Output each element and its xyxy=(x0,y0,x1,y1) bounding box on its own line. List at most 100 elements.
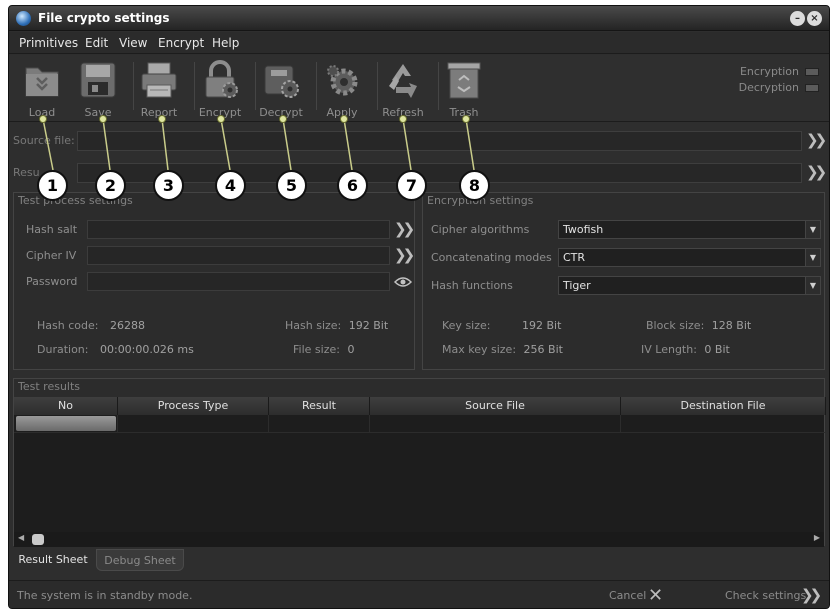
toolbar: Load Save Report Encrypt Decrypt Apply R… xyxy=(9,55,829,122)
test-results-panel: Test results No Process Type Result Sour… xyxy=(13,378,826,547)
window-title: File crypto settings xyxy=(38,11,170,25)
menu-view[interactable]: View xyxy=(119,36,147,50)
callout-5: 5 xyxy=(276,170,307,201)
concatenating-modes-select[interactable]: CTR ▼ xyxy=(558,248,821,267)
eye-icon[interactable] xyxy=(394,276,412,288)
password-input[interactable] xyxy=(87,272,390,291)
title-bar[interactable]: File crypto settings – × xyxy=(9,6,829,31)
max-key-size-value: 256 Bit xyxy=(523,343,563,356)
load-button[interactable]: Load xyxy=(12,55,72,121)
table-cell[interactable] xyxy=(370,415,621,433)
table-row[interactable] xyxy=(14,415,118,433)
iv-length-value: 0 Bit xyxy=(704,343,730,356)
hash-size-label: Hash size: xyxy=(285,319,342,332)
cipher-iv-label: Cipher IV xyxy=(26,249,77,262)
chevron-down-icon[interactable]: ▼ xyxy=(805,221,820,238)
callout-4: 4 xyxy=(215,170,246,201)
iv-length-label: IV Length: xyxy=(641,343,697,356)
hash-salt-input[interactable] xyxy=(87,220,390,239)
hash-functions-label: Hash functions xyxy=(431,279,513,292)
app-logo-icon xyxy=(16,11,31,26)
result-browse-chevron-icon[interactable]: ❯❯ xyxy=(806,163,827,181)
close-button[interactable]: × xyxy=(807,11,822,26)
test-results-title: Test results xyxy=(18,380,81,393)
source-browse-chevron-icon[interactable]: ❯❯ xyxy=(806,131,827,149)
folder-icon xyxy=(25,67,59,97)
source-file-row: Source file: ❯❯ xyxy=(13,130,827,152)
horizontal-scrollbar[interactable]: ◀ ▶ xyxy=(14,532,824,547)
report-button[interactable]: Report xyxy=(129,55,189,121)
source-file-label: Source file: xyxy=(13,134,75,147)
cipher-iv-input[interactable] xyxy=(87,246,390,265)
result-file-input[interactable] xyxy=(77,163,802,183)
menu-encrypt[interactable]: Encrypt xyxy=(158,36,204,50)
block-size-label: Block size: xyxy=(646,319,705,332)
password-label: Password xyxy=(26,275,78,288)
app-window: File crypto settings – × Primitives Edit… xyxy=(8,5,830,609)
selected-cell[interactable] xyxy=(16,416,116,431)
minimize-button[interactable]: – xyxy=(790,11,805,26)
apply-button[interactable]: Apply xyxy=(312,55,372,121)
scroll-left-icon[interactable]: ◀ xyxy=(18,533,24,542)
test-results-header: Test results xyxy=(14,379,824,397)
check-settings-label: Check settings xyxy=(725,589,807,602)
column-destination-file[interactable]: Destination File xyxy=(621,397,826,415)
check-chevron-icon: ❯❯ xyxy=(801,586,822,604)
menu-help[interactable]: Help xyxy=(212,36,239,50)
decryption-led xyxy=(805,84,819,92)
encryption-indicator: Encryption xyxy=(740,65,819,78)
hash-size-value: 192 Bit xyxy=(348,319,389,332)
column-result[interactable]: Result xyxy=(269,397,370,415)
table-cell[interactable] xyxy=(118,415,269,433)
result-file-label: Resu xyxy=(13,166,40,179)
decryption-mode-label: Decryption xyxy=(738,81,799,94)
printer-icon xyxy=(141,62,177,98)
decryption-indicator: Decryption xyxy=(739,81,819,94)
table-cell[interactable] xyxy=(269,415,370,433)
decrypt-button[interactable]: Decrypt xyxy=(251,55,311,121)
recycle-icon xyxy=(389,64,417,98)
callout-pin xyxy=(399,115,407,123)
unlock-gear-icon xyxy=(264,65,299,98)
encrypt-button[interactable]: Encrypt xyxy=(190,55,250,121)
gear-icon xyxy=(327,65,358,96)
duration-label: Duration: xyxy=(37,343,89,356)
key-size-value: 192 Bit xyxy=(521,319,562,332)
chevron-down-icon[interactable]: ▼ xyxy=(805,277,820,294)
callout-pin xyxy=(39,115,47,123)
cancel-button[interactable]: Cancel ✕ xyxy=(609,585,669,606)
max-key-size-stat: Max key size: 256 Bit xyxy=(442,343,563,356)
hash-salt-chevron-icon[interactable]: ❯❯ xyxy=(394,220,415,238)
key-size-label: Key size: xyxy=(442,319,491,332)
column-no[interactable]: No xyxy=(14,397,118,415)
cipher-algorithms-select[interactable]: Twofish ▼ xyxy=(558,220,821,239)
status-message: The system is in standby mode. xyxy=(17,589,193,602)
cipher-algorithms-value: Twofish xyxy=(563,223,604,236)
trash-button[interactable]: Trash xyxy=(434,55,494,121)
scroll-thumb[interactable] xyxy=(32,534,44,545)
source-file-input[interactable] xyxy=(77,131,802,151)
chevron-down-icon[interactable]: ▼ xyxy=(805,249,820,266)
floppy-disk-icon xyxy=(80,62,116,98)
column-process-type[interactable]: Process Type xyxy=(118,397,269,415)
hash-functions-select[interactable]: Tiger ▼ xyxy=(558,276,821,295)
callout-pin xyxy=(217,115,225,123)
column-source-file[interactable]: Source File xyxy=(370,397,621,415)
file-size-value: 0 xyxy=(347,343,355,356)
results-table[interactable]: No Process Type Result Source File Desti… xyxy=(14,397,826,547)
table-cell[interactable] xyxy=(621,415,826,433)
refresh-button[interactable]: Refresh xyxy=(373,55,433,121)
menu-primitives[interactable]: Primitives xyxy=(19,36,78,50)
cancel-label: Cancel xyxy=(609,589,647,602)
cipher-iv-chevron-icon[interactable]: ❯❯ xyxy=(394,246,415,264)
file-size-stat: File size: 0 xyxy=(293,343,354,356)
duration-stat: Duration: 00:00:00.026 ms xyxy=(37,343,194,356)
tab-result-sheet[interactable]: Result Sheet xyxy=(13,549,93,571)
tab-debug-sheet[interactable]: Debug Sheet xyxy=(96,549,184,571)
callout-2: 2 xyxy=(95,170,126,201)
check-settings-button[interactable]: Check settings ❯❯ xyxy=(725,586,822,606)
max-key-size-label: Max key size: xyxy=(442,343,517,356)
save-button[interactable]: Save xyxy=(68,55,128,121)
menu-edit[interactable]: Edit xyxy=(85,36,108,50)
scroll-right-icon[interactable]: ▶ xyxy=(814,533,820,542)
